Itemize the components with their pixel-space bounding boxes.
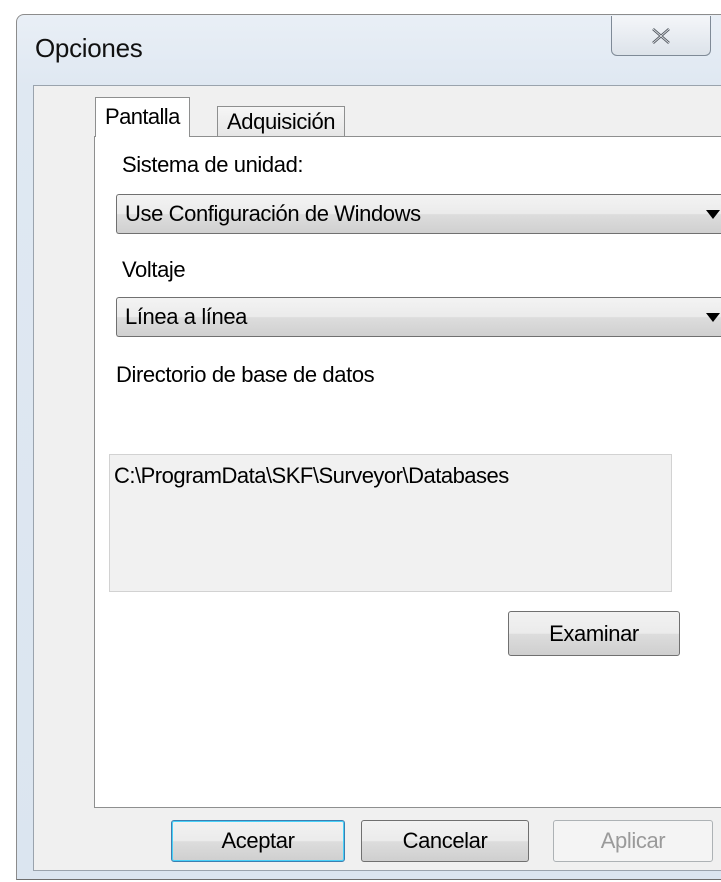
voltage-label: Voltaje <box>122 257 186 282</box>
unit-system-dropdown[interactable]: Use Configuración de Windows <box>116 194 721 234</box>
unit-system-label: Sistema de unidad: <box>122 152 304 177</box>
dialog-client-area: Pantalla Adquisición Sistema de unidad: … <box>33 85 721 871</box>
close-button[interactable] <box>611 16 711 56</box>
tab-pantalla[interactable]: Pantalla <box>95 97 190 137</box>
database-dir-value: C:\ProgramData\SKF\Surveyor\Databases <box>114 463 509 488</box>
cancel-button[interactable]: Cancelar <box>361 820 529 862</box>
close-icon <box>652 27 670 44</box>
database-dir-field[interactable]: C:\ProgramData\SKF\Surveyor\Databases <box>109 454 672 592</box>
chevron-down-icon <box>706 313 720 322</box>
accept-button[interactable]: Aceptar <box>171 820 345 862</box>
options-dialog: Opciones Pantalla Adquisición Sistema de… <box>16 14 721 880</box>
chevron-down-icon <box>706 210 720 219</box>
tab-panel-pantalla: Sistema de unidad: Use Configuración de … <box>94 136 721 808</box>
voltage-dropdown[interactable]: Línea a línea <box>116 297 721 337</box>
database-dir-label: Directorio de base de datos <box>116 362 375 387</box>
tab-adquisicion[interactable]: Adquisición <box>217 106 346 139</box>
browse-button[interactable]: Examinar <box>508 611 680 656</box>
unit-system-value: Use Configuración de Windows <box>125 201 421 226</box>
voltage-value: Línea a línea <box>125 304 248 329</box>
apply-button: Aplicar <box>553 820 713 862</box>
window-title: Opciones <box>35 33 143 63</box>
